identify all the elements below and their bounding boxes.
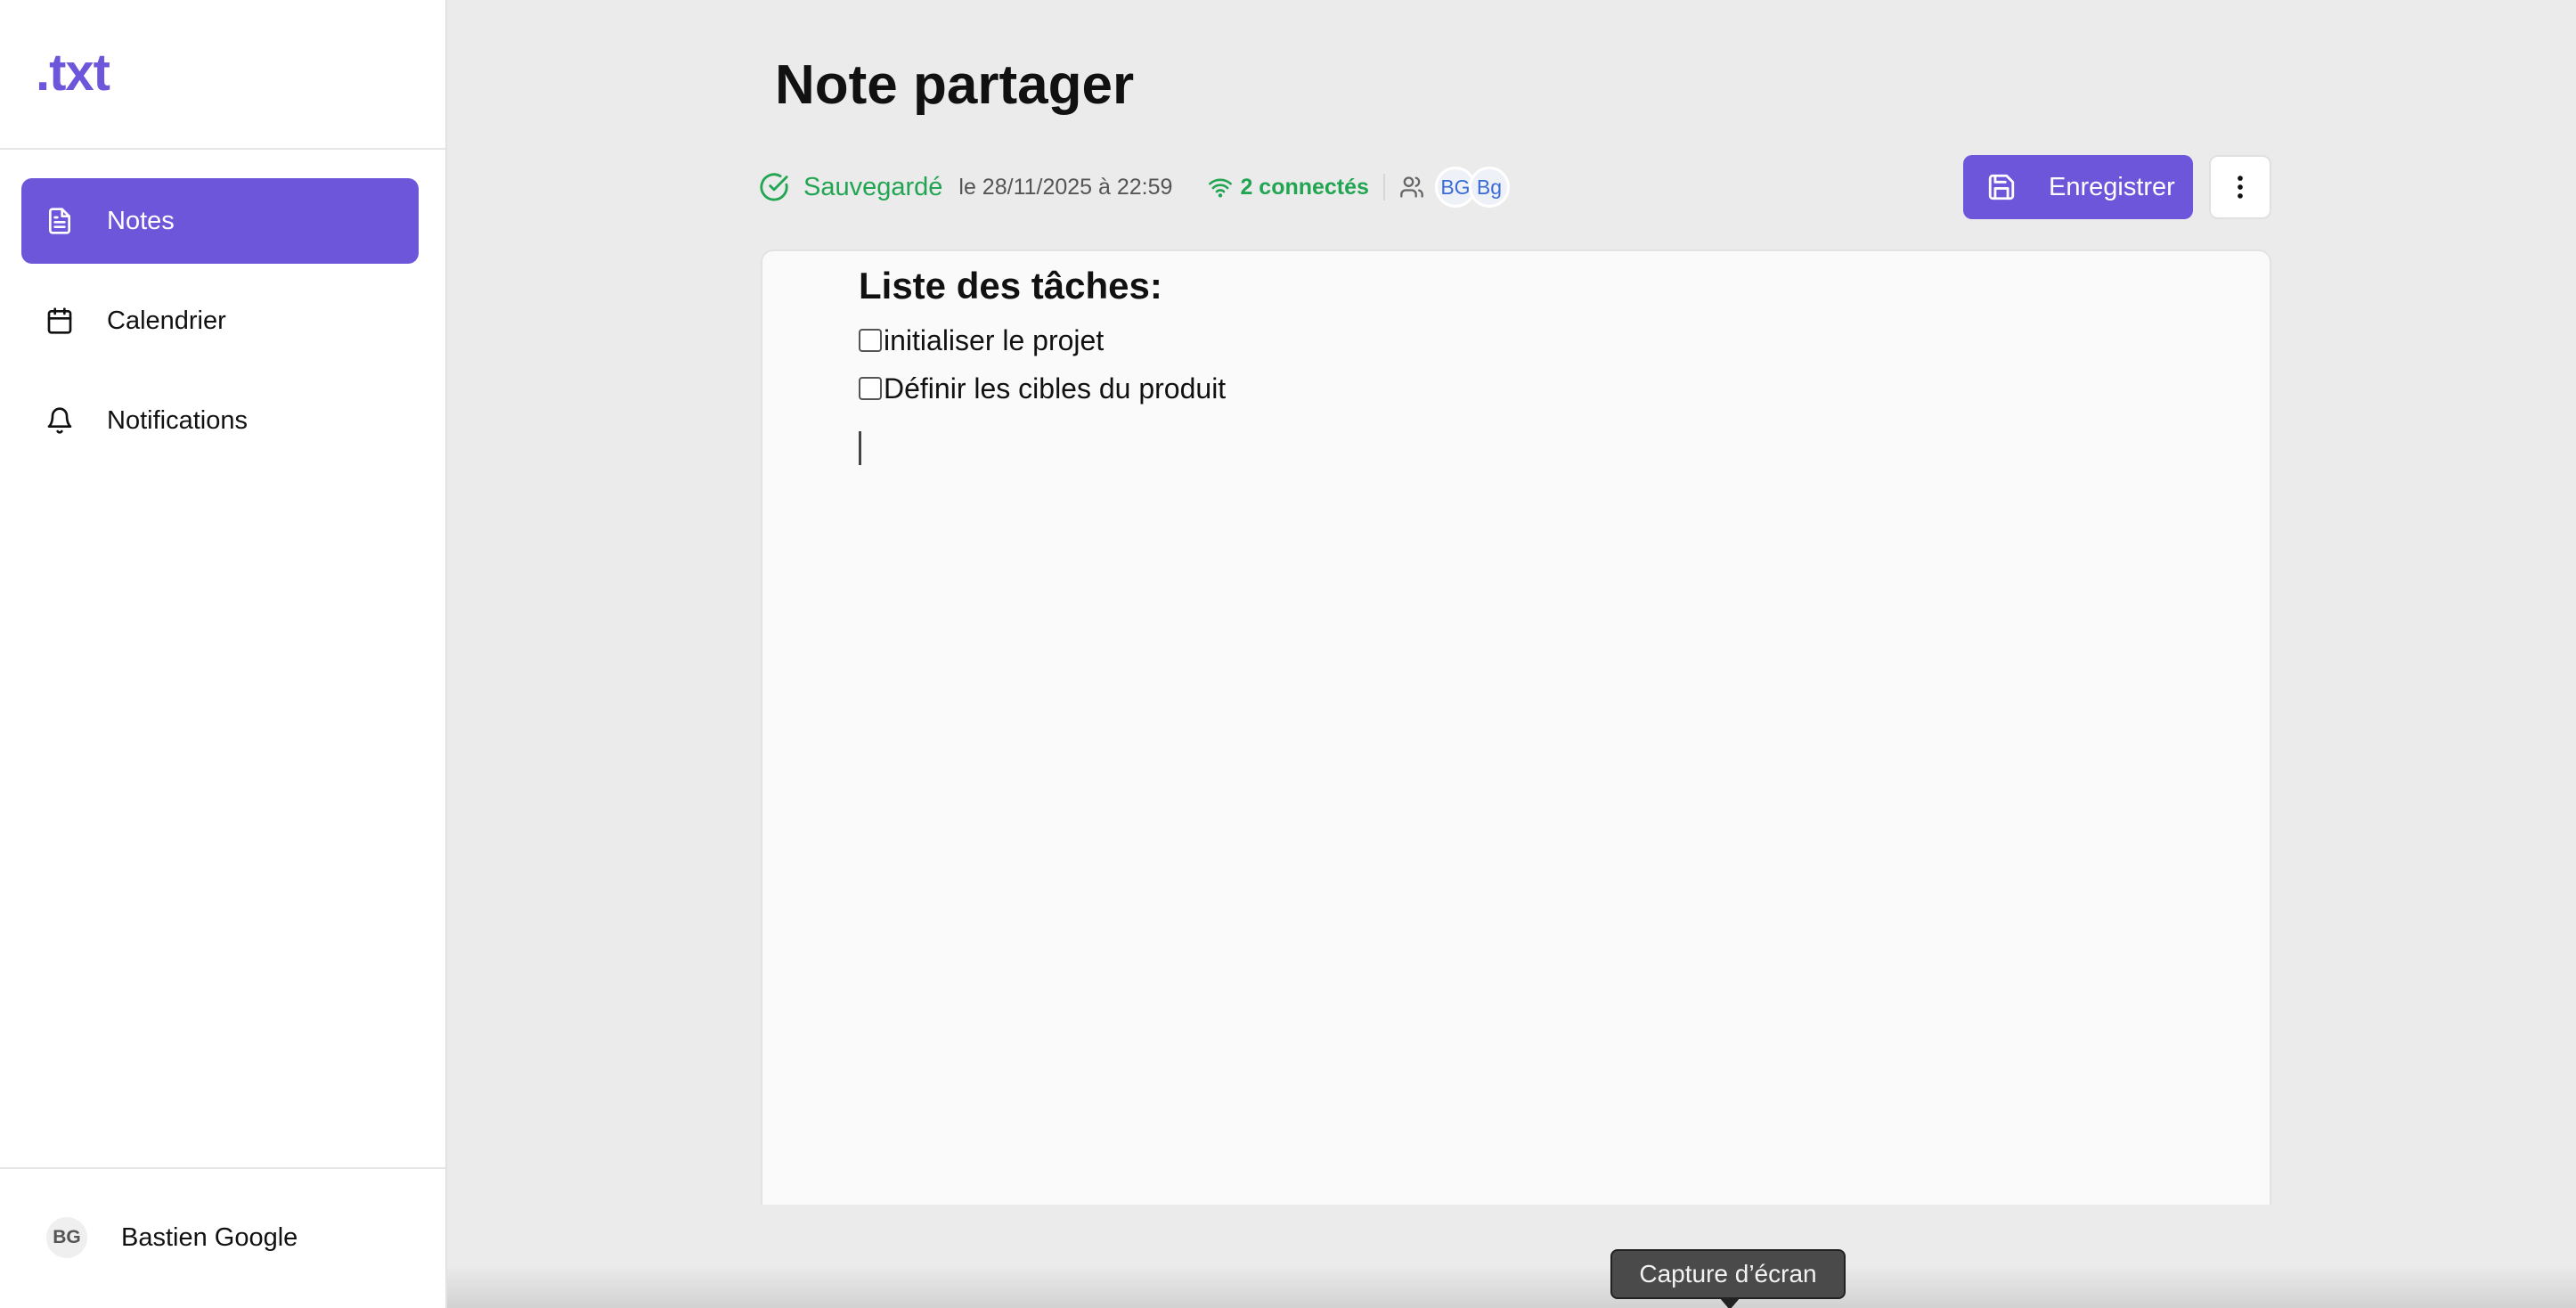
page-title[interactable]: Note partager	[775, 53, 1134, 117]
task-text[interactable]: initialiser le projet	[884, 320, 1104, 361]
task-checkbox[interactable]	[859, 328, 882, 352]
divider	[0, 148, 445, 150]
sidebar-item-label: Notes	[107, 206, 175, 235]
divider	[0, 1167, 445, 1169]
app-logo[interactable]: .txt	[36, 43, 110, 102]
presence-avatars: BG Bg	[1434, 167, 1510, 208]
sidebar-item-label: Calendrier	[107, 306, 226, 335]
task-text[interactable]: Définir les cibles du produit	[884, 368, 1226, 409]
user-profile[interactable]: BG Bastien Google	[46, 1217, 298, 1258]
note-heading[interactable]: Liste des tâches:	[859, 260, 2216, 313]
editor-content[interactable]: Liste des tâches: initialiser le projet …	[859, 260, 2216, 465]
dock-shadow	[447, 1265, 2576, 1308]
user-name: Bastien Google	[121, 1222, 298, 1252]
save-timestamp: le 28/11/2025 à 22:59	[958, 174, 1173, 200]
users-icon	[1399, 175, 1424, 200]
save-icon	[1988, 174, 2015, 200]
save-status: Sauvegardé	[803, 172, 943, 201]
status-bar: Sauvegardé le 28/11/2025 à 22:59 2 conne…	[759, 166, 1510, 208]
bell-icon	[45, 405, 75, 436]
avatar: BG	[46, 1217, 87, 1258]
sidebar-item-notifications[interactable]: Notifications	[21, 378, 419, 463]
app-window: .txt Notes Calendrier Notifications BG B…	[0, 0, 2576, 1308]
check-circle-icon	[759, 172, 789, 202]
more-vertical-icon	[2238, 176, 2243, 199]
note-editor[interactable]: Liste des tâches: initialiser le projet …	[761, 249, 2271, 1205]
text-cursor	[859, 430, 861, 465]
sidebar-item-label: Notifications	[107, 405, 248, 435]
sidebar-item-notes[interactable]: Notes	[21, 178, 419, 264]
tooltip: Capture d’écran	[1610, 1249, 1846, 1308]
calendar-icon	[45, 306, 75, 336]
avatar[interactable]: Bg	[1468, 167, 1510, 208]
divider	[1382, 174, 1385, 200]
task-item[interactable]: initialiser le projet	[859, 320, 2216, 361]
document-icon	[45, 206, 75, 236]
save-button[interactable]: Enregistrer	[1963, 155, 2193, 219]
connected-count: 2 connectés	[1240, 174, 1369, 200]
wifi-icon	[1208, 175, 1233, 200]
task-checkbox[interactable]	[859, 377, 882, 401]
sidebar-item-calendrier[interactable]: Calendrier	[21, 278, 419, 364]
more-options-button[interactable]	[2209, 155, 2271, 219]
sidebar: .txt Notes Calendrier Notifications BG B…	[0, 0, 447, 1308]
sidebar-nav: Notes Calendrier Notifications	[21, 178, 419, 478]
save-button-label: Enregistrer	[2049, 172, 2175, 201]
task-item[interactable]: Définir les cibles du produit	[859, 368, 2216, 409]
